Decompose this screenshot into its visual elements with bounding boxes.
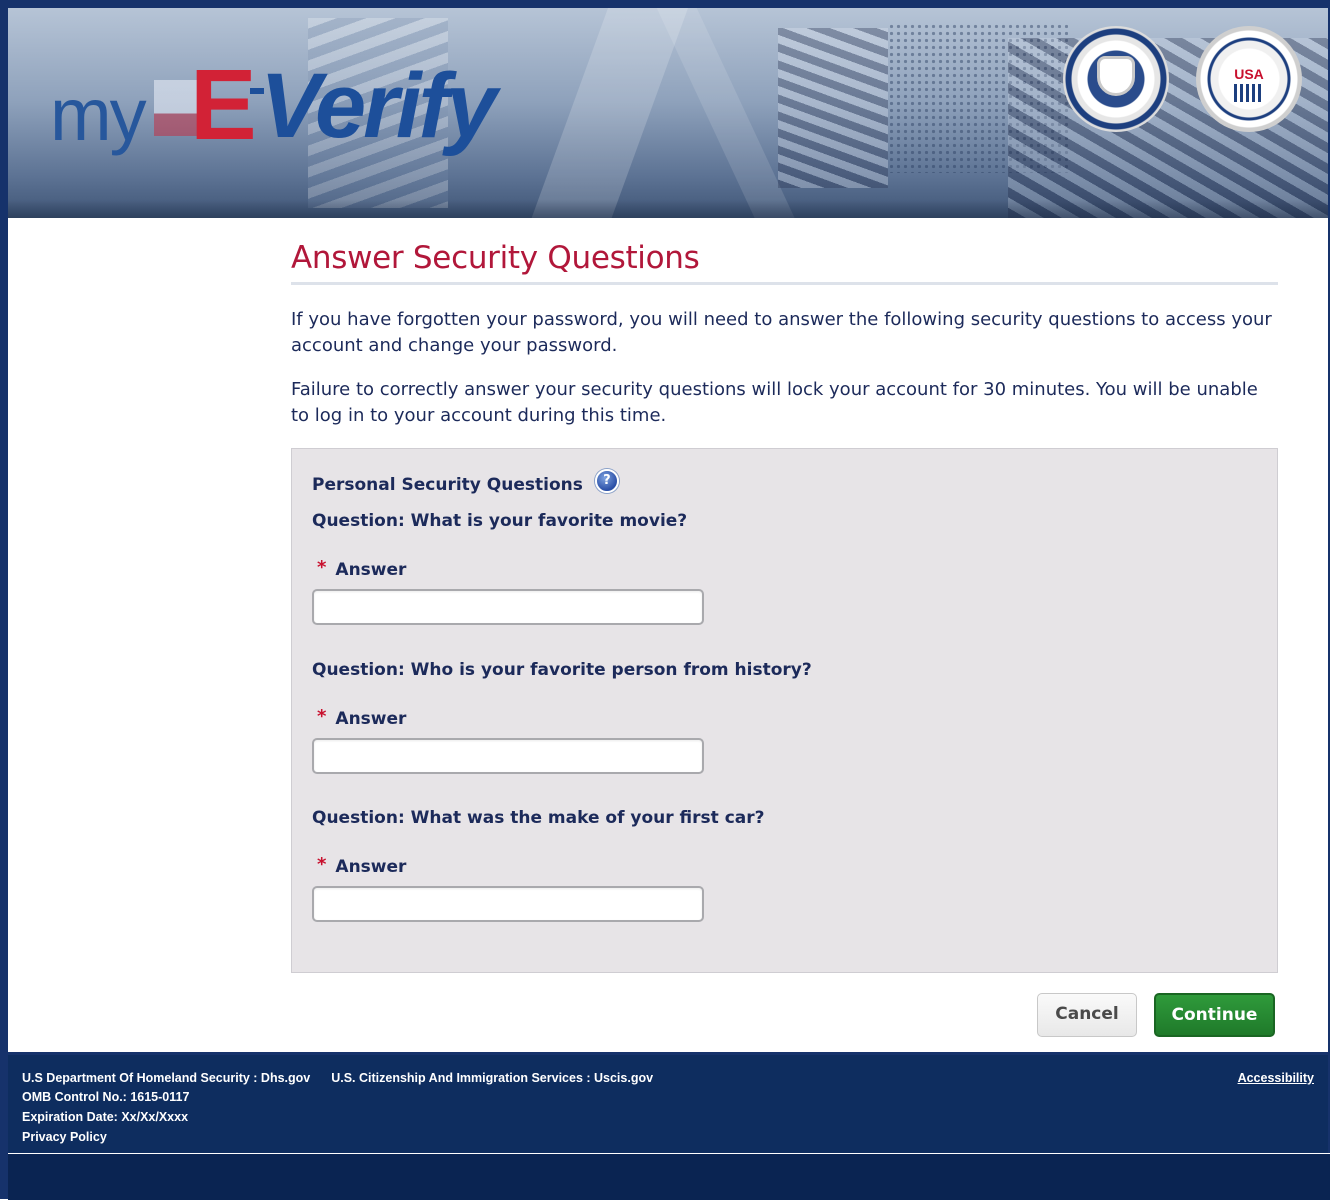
question-label: Question: Who is your favorite person fr… [312, 660, 812, 680]
answer-label: * Answer [317, 706, 407, 729]
question-block-3: Question: What was the make of your firs… [312, 808, 1212, 922]
ssa-seal-icon: USA [1196, 26, 1302, 132]
question-label: Question: What is your favorite movie? [312, 511, 688, 531]
expiration-date: Expiration Date: Xx/Xx/Xxxx [22, 1110, 189, 1124]
required-asterisk: * [317, 706, 327, 727]
header-light-streak [520, 8, 696, 218]
header-shadow [8, 200, 1328, 218]
intro-paragraph-1: If you have forgotten your password, you… [291, 309, 1272, 356]
main-content: Answer Security Questions If you have fo… [291, 240, 1278, 429]
security-questions-panel: Personal Security Questions ? Question: … [291, 448, 1278, 973]
required-asterisk: * [317, 557, 327, 578]
ssa-seal-usa-text: USA [1234, 66, 1264, 82]
privacy-row: Privacy Policy [22, 1130, 107, 1144]
required-asterisk: * [317, 854, 327, 875]
ssa-seal-bars [1234, 84, 1264, 102]
privacy-policy-link[interactable]: Privacy Policy [22, 1130, 107, 1144]
logo-verify-text: Verify [260, 55, 497, 157]
page-title: Answer Security Questions [291, 240, 1278, 285]
omb-control-number: OMB Control No.: 1615-0117 [22, 1090, 190, 1104]
dhs-link[interactable]: U.S Department Of Homeland Security : Dh… [22, 1071, 310, 1085]
answer-label-text: Answer [335, 560, 407, 580]
uscis-link[interactable]: U.S. Citizenship And Immigration Service… [331, 1071, 653, 1085]
question-block-1: Question: What is your favorite movie? *… [312, 511, 1212, 625]
logo-my-text: my [50, 73, 147, 156]
answer-label-text: Answer [335, 857, 407, 877]
logo-e-text: E [190, 49, 257, 161]
help-icon[interactable]: ? [594, 469, 619, 493]
header-flag-graphic [778, 28, 888, 188]
question-label: Question: What was the make of your firs… [312, 808, 765, 828]
cancel-button[interactable]: Cancel [1037, 993, 1137, 1037]
footer-agency-links: U.S Department Of Homeland Security : Dh… [22, 1071, 653, 1085]
panel-title-row: Personal Security Questions ? [312, 469, 1212, 497]
panel-title: Personal Security Questions [312, 475, 583, 495]
continue-button[interactable]: Continue [1154, 993, 1275, 1037]
answer-input-1[interactable] [312, 589, 704, 625]
site-footer: U.S Department Of Homeland Security : Dh… [8, 1052, 1328, 1155]
answer-label: * Answer [317, 557, 407, 580]
answer-input-2[interactable] [312, 738, 704, 774]
site-header: my E Verify USA [8, 8, 1328, 218]
question-block-2: Question: Who is your favorite person fr… [312, 660, 1212, 774]
intro-paragraph-2: Failure to correctly answer your securit… [291, 379, 1258, 426]
eagle-icon [1097, 56, 1135, 96]
bottom-bar [8, 1153, 1330, 1200]
answer-label-text: Answer [335, 709, 407, 729]
answer-label: * Answer [317, 854, 407, 877]
dhs-seal-icon [1063, 26, 1169, 132]
answer-input-3[interactable] [312, 886, 704, 922]
accessibility-link[interactable]: Accessibility [1238, 1071, 1314, 1085]
